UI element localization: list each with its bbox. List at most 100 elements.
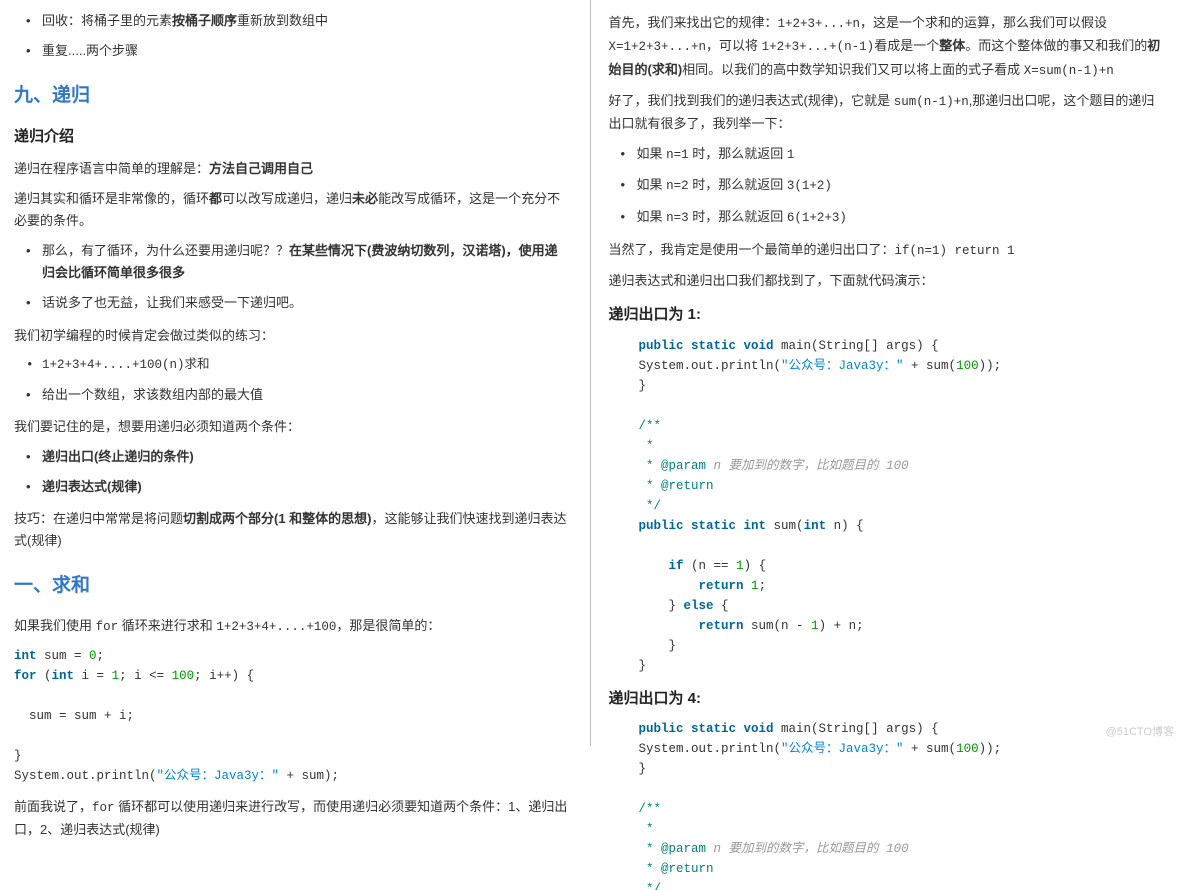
code-inline: 3(1+2) — [787, 179, 832, 193]
code: } — [639, 639, 677, 653]
keyword: int — [804, 519, 827, 533]
list-item: 如果 n=3 时，那么就返回 6(1+2+3) — [615, 206, 1163, 229]
text: 那么，有了循环，为什么还要用递归呢？？ — [42, 243, 289, 258]
code-inline: X=1+2+3+...+n — [609, 40, 707, 54]
heading-recursion: 九、递归 — [14, 80, 568, 112]
bullet-list-top: 回收：将桶子里的元素按桶子顺序重新放到数组中 重复.....两个步骤 — [14, 10, 568, 62]
string: "公众号：Java3y：" — [781, 359, 904, 373]
text: 回收：将桶子里的元素 — [42, 13, 172, 28]
code-inline: n=2 — [666, 179, 689, 193]
number: 1 — [751, 579, 759, 593]
comment: 100 — [886, 459, 909, 473]
code-block-recursion-1: public static void main(String[] args) {… — [609, 336, 1163, 676]
bullet-list-examples: 1+2+3+4+....+100(n)求和 给出一个数组，求该数组内部的最大值 — [14, 355, 568, 406]
bold: 都 — [209, 191, 222, 206]
code-inline: n=3 — [666, 211, 689, 225]
heading-sum: 一、求和 — [14, 570, 568, 602]
code: )); — [979, 742, 1002, 756]
bold: 递归出口(终止递归的条件) — [42, 449, 194, 464]
code: System.out.println( — [609, 742, 782, 756]
code: )); — [979, 359, 1002, 373]
list-item: 重复.....两个步骤 — [20, 40, 568, 62]
comment: 100 — [886, 842, 909, 856]
code-inline: 6(1+2+3) — [787, 211, 847, 225]
bold: 方法自己调用自己 — [209, 161, 313, 176]
code-inline: n=1 — [666, 148, 689, 162]
string: "公众号：Java3y：" — [157, 769, 280, 783]
code: ( — [37, 669, 52, 683]
number: 0 — [89, 649, 97, 663]
code: (n == — [684, 559, 737, 573]
list-item: 递归出口(终止递归的条件) — [20, 446, 568, 468]
comment-tag: @param — [661, 842, 706, 856]
code: System.out.println( — [609, 359, 782, 373]
text: 相同。以我们的高中数学知识我们又可以将上面的式子看成 — [682, 62, 1024, 77]
comment: * — [639, 822, 654, 836]
code-inline: 1+2+3+...+n — [778, 17, 861, 31]
subheading-exit-4: 递归出口为 4: — [609, 686, 1163, 712]
keyword: int — [52, 669, 75, 683]
code: sum = — [37, 649, 90, 663]
comment: * — [639, 459, 662, 473]
text: 重新放到数组中 — [237, 13, 328, 28]
code-inline: 1 — [787, 148, 795, 162]
code: } — [639, 762, 647, 776]
bold: 切割成两个部分(1 和整体的思想) — [183, 511, 372, 526]
code-inline: 1+2+3+...+(n-1) — [762, 40, 875, 54]
paragraph: 我们初学编程的时候肯定会做过类似的练习： — [14, 325, 568, 347]
number: 1 — [736, 559, 744, 573]
code: + sum( — [904, 359, 957, 373]
code: ) + n; — [819, 619, 864, 633]
keyword: public static void — [639, 722, 774, 736]
list-item: 如果 n=2 时，那么就返回 3(1+2) — [615, 174, 1163, 197]
comment: n 要加到的数字，比如题目的 — [706, 842, 886, 856]
text: 好了，我们找到我们的递归表达式(规律)，它就是 — [609, 93, 894, 108]
bold: 整体 — [939, 38, 965, 53]
text: 时，那么就返回 — [689, 209, 787, 224]
text: ，这是一个求和的运算，那么我们可以假设 — [860, 15, 1107, 30]
text: 前面我说了， — [14, 799, 92, 814]
list-item: 递归表达式(规律) — [20, 476, 568, 498]
code: ; — [759, 579, 767, 593]
comment: * — [639, 842, 662, 856]
number: 100 — [956, 359, 979, 373]
string: "公众号：Java3y：" — [781, 742, 904, 756]
bold: 按桶子顺序 — [172, 13, 237, 28]
keyword: if — [639, 559, 684, 573]
paragraph: 前面我说了，for 循环都可以使用递归来进行改写，而使用递归必须要知道两个条件：… — [14, 796, 568, 841]
code-inline: X=sum(n-1)+n — [1024, 64, 1114, 78]
text: 递归在程序语言中简单的理解是： — [14, 161, 209, 176]
code-inline: if(n=1) return 1 — [895, 244, 1015, 258]
paragraph: 递归其实和循环是非常像的，循环都可以改写成递归，递归未必能改写成循环，这是一个充… — [14, 188, 568, 232]
number: 100 — [172, 669, 195, 683]
paragraph: 递归表达式和递归出口我们都找到了，下面就代码演示： — [609, 270, 1163, 292]
comment-tag: @return — [661, 862, 714, 876]
text: 首先，我们来找出它的规律： — [609, 15, 778, 30]
text: 如果我们使用 — [14, 618, 96, 633]
paragraph: 递归在程序语言中简单的理解是：方法自己调用自己 — [14, 158, 568, 180]
code: } — [639, 379, 647, 393]
code: + sum); — [279, 769, 339, 783]
left-column: 回收：将桶子里的元素按桶子顺序重新放到数组中 重复.....两个步骤 九、递归 … — [0, 0, 591, 746]
comment: * — [639, 862, 662, 876]
list-item: 如果 n=1 时，那么就返回 1 — [615, 143, 1163, 166]
keyword: return — [639, 619, 744, 633]
bullet-list-cases: 如果 n=1 时，那么就返回 1 如果 n=2 时，那么就返回 3(1+2) 如… — [609, 143, 1163, 229]
text: 如果 — [637, 209, 667, 224]
paragraph: 好了，我们找到我们的递归表达式(规律)，它就是 sum(n-1)+n,那递归出口… — [609, 90, 1163, 135]
code: + sum( — [904, 742, 957, 756]
right-column: 首先，我们来找出它的规律：1+2+3+...+n，这是一个求和的运算，那么我们可… — [591, 0, 1184, 746]
paragraph: 首先，我们来找出它的规律：1+2+3+...+n，这是一个求和的运算，那么我们可… — [609, 12, 1163, 82]
code: i = — [74, 669, 112, 683]
text: 如果 — [637, 146, 667, 161]
keyword: int — [14, 649, 37, 663]
code: { — [714, 599, 729, 613]
comment-tag: @return — [661, 479, 714, 493]
code: sum(n - — [744, 619, 812, 633]
subheading-exit-1: 递归出口为 1: — [609, 302, 1163, 328]
text: 时，那么就返回 — [689, 177, 787, 192]
code-block-for-loop: int sum = 0; for (int i = 1; i <= 100; i… — [14, 646, 568, 786]
comment-tag: @param — [661, 459, 706, 473]
code-inline: for — [96, 620, 119, 634]
text: ，可以将 — [706, 38, 762, 53]
